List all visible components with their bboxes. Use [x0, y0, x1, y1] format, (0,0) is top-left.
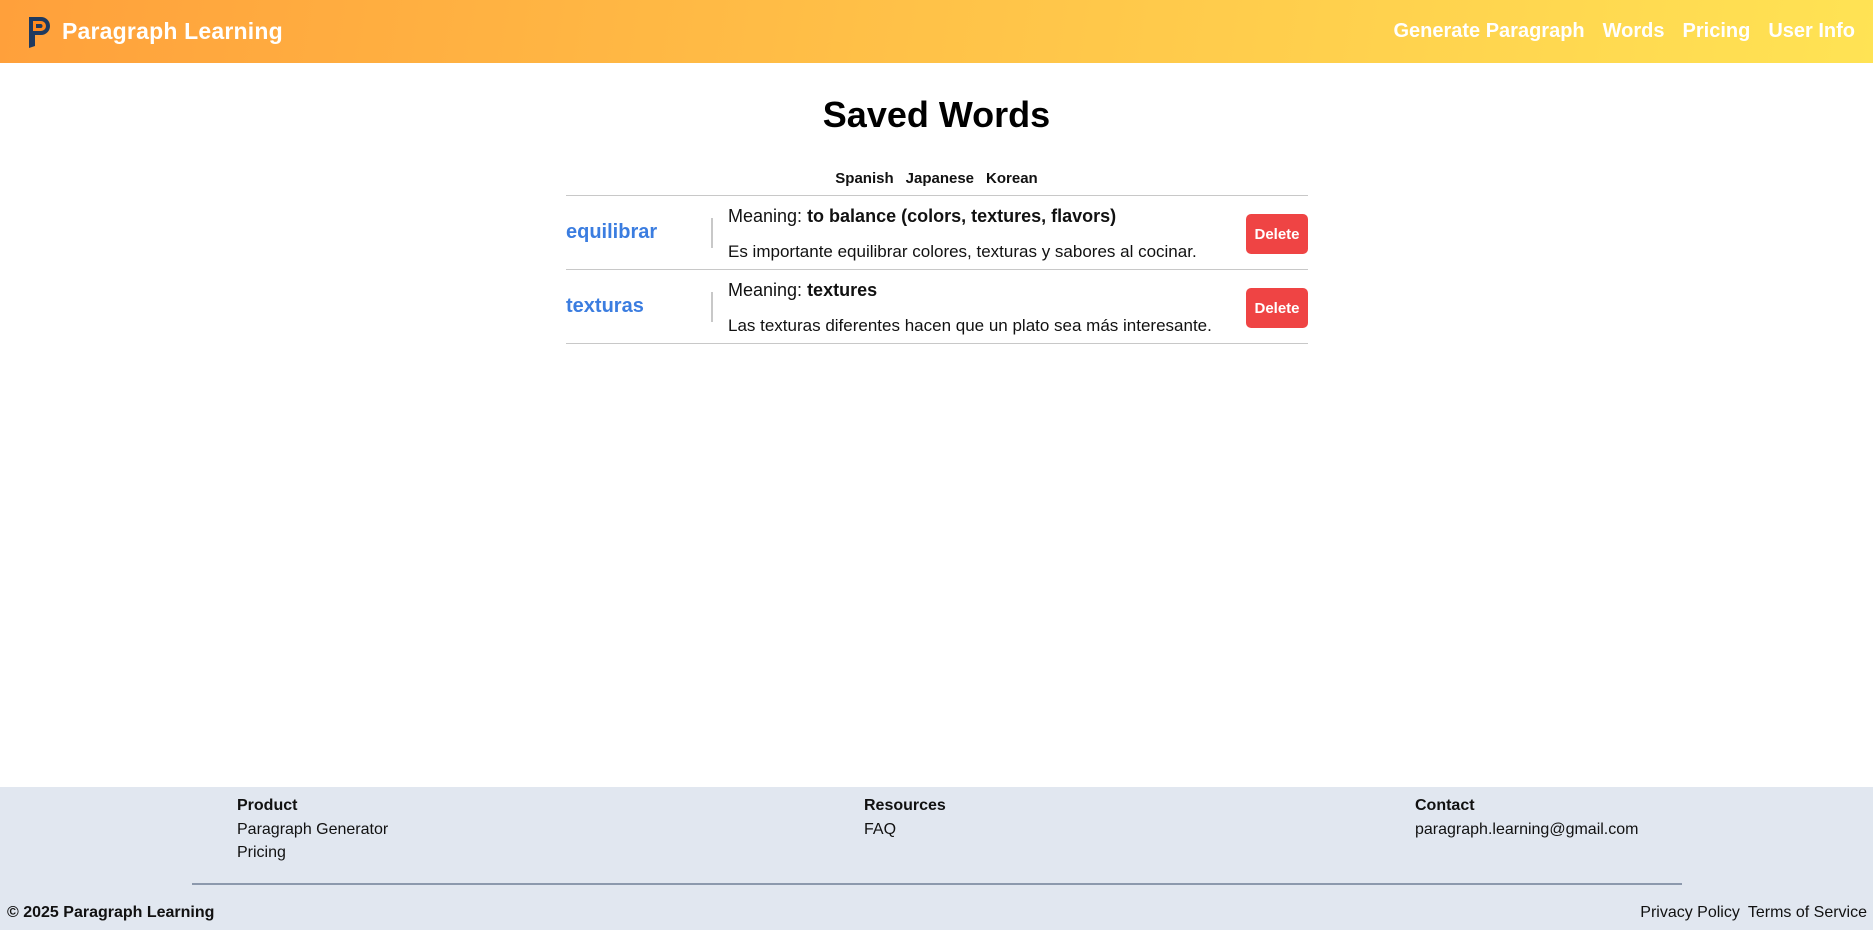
word-example-sentence: Las texturas diferentes hacen que un pla… [728, 316, 1212, 335]
footer-heading-contact: Contact [1415, 797, 1475, 814]
brand-link[interactable]: Paragraph Learning [26, 0, 283, 63]
privacy-policy-link[interactable]: Privacy Policy [1640, 904, 1740, 922]
footer-link-paragraph-generator[interactable]: Paragraph Generator [237, 821, 388, 839]
meaning-prefix: Meaning: [728, 206, 808, 226]
tab-japanese[interactable]: Japanese [906, 170, 974, 187]
tab-korean[interactable]: Korean [986, 170, 1038, 187]
brand-name: Paragraph Learning [62, 18, 283, 44]
footer-product-column: Product Paragraph Generator Pricing [237, 797, 388, 867]
row-divider [711, 218, 713, 248]
top-navbar: Paragraph Learning Generate Paragraph Wo… [0, 0, 1873, 63]
nav-user-info[interactable]: User Info [1768, 20, 1855, 43]
legal-links: Privacy Policy Terms of Service [1640, 904, 1867, 922]
word-row: equilibrar Meaning: to balance (colors, … [566, 196, 1308, 270]
footer-heading-resources: Resources [864, 797, 946, 814]
word-term-link[interactable]: texturas [566, 270, 644, 343]
terms-of-service-link[interactable]: Terms of Service [1748, 904, 1867, 922]
tab-spanish[interactable]: Spanish [835, 170, 893, 187]
word-term-link[interactable]: equilibrar [566, 196, 657, 269]
saved-words-list: equilibrar Meaning: to balance (colors, … [566, 195, 1308, 344]
language-tabs: Spanish Japanese Korean [0, 170, 1873, 187]
nav-pricing[interactable]: Pricing [1683, 20, 1751, 43]
paragraph-p-logo-icon [29, 16, 50, 48]
meaning-prefix: Meaning: [728, 280, 808, 300]
nav-generate-paragraph[interactable]: Generate Paragraph [1393, 20, 1584, 43]
meaning-text: to balance (colors, textures, flavors) [807, 206, 1117, 226]
main-nav: Generate Paragraph Words Pricing User In… [1375, 0, 1855, 63]
contact-email[interactable]: paragraph.learning@gmail.com [1415, 821, 1638, 839]
row-divider [711, 292, 713, 322]
word-meaning: Meaning: textures [728, 280, 877, 301]
footer-link-faq[interactable]: FAQ [864, 821, 946, 839]
delete-button[interactable]: Delete [1246, 214, 1308, 254]
footer-resources-column: Resources FAQ [864, 797, 946, 844]
page-title: Saved Words [822, 94, 1051, 135]
word-meaning: Meaning: to balance (colors, textures, f… [728, 206, 1116, 227]
footer-contact-column: Contact paragraph.learning@gmail.com [1415, 797, 1638, 844]
page: Paragraph Learning Generate Paragraph Wo… [0, 0, 1873, 930]
word-example-sentence: Es importante equilibrar colores, textur… [728, 242, 1197, 261]
word-row: texturas Meaning: textures Las texturas … [566, 270, 1308, 344]
nav-words[interactable]: Words [1603, 20, 1665, 43]
delete-button[interactable]: Delete [1246, 288, 1308, 328]
footer-link-pricing[interactable]: Pricing [237, 844, 388, 862]
footer-heading-product: Product [237, 797, 298, 814]
footer-divider [192, 883, 1682, 885]
meaning-text: textures [807, 280, 878, 300]
copyright: © 2025 Paragraph Learning [7, 904, 215, 921]
footer: Product Paragraph Generator Pricing Reso… [0, 787, 1873, 930]
